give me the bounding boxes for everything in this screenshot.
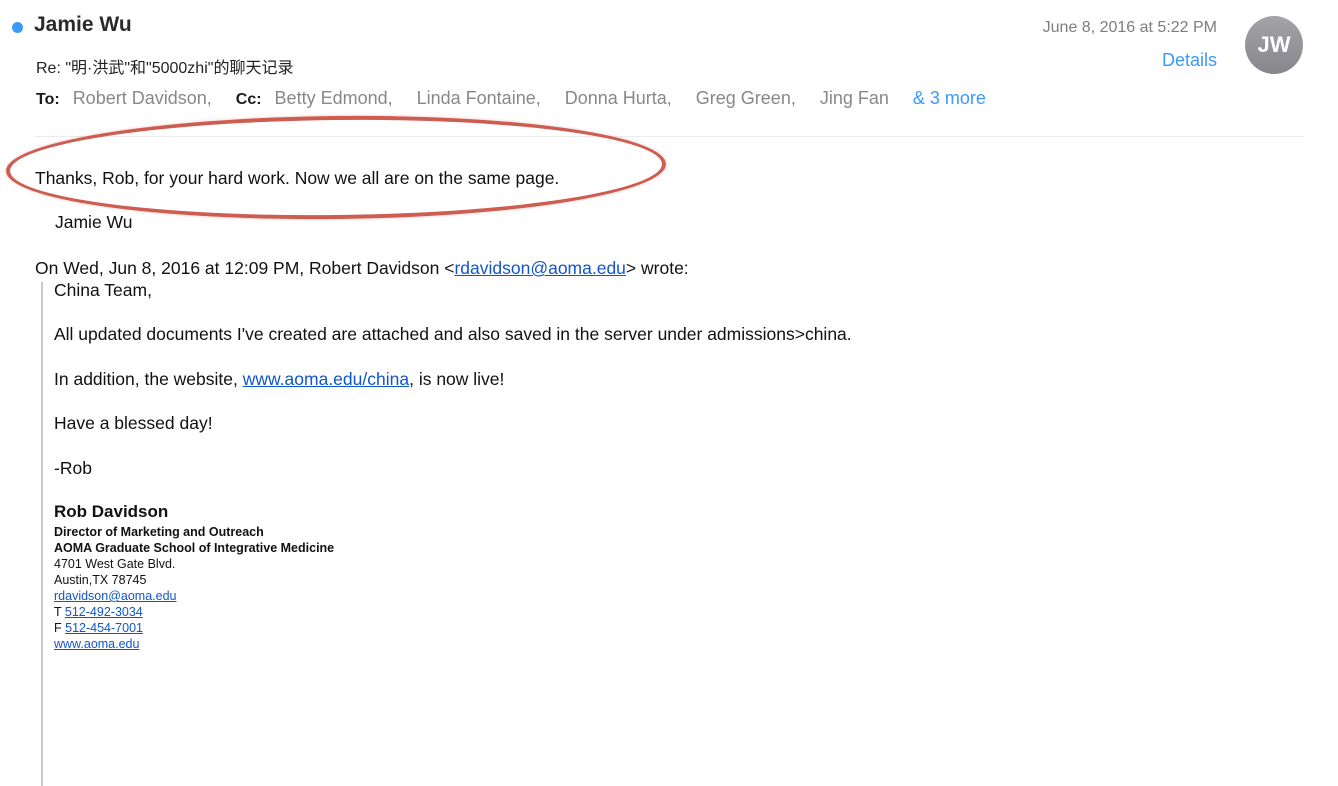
- signature-address: 4701 West Gate Blvd.: [54, 557, 176, 571]
- signature-website-link[interactable]: www.aoma.edu: [54, 637, 139, 651]
- fax-link[interactable]: 512-454-7001: [65, 621, 143, 635]
- cc-label: Cc:: [235, 91, 262, 108]
- signature-fax: F 512-454-7001: [54, 621, 143, 635]
- cc-recipient[interactable]: Greg Green,: [696, 88, 796, 109]
- reply-signoff: Jamie Wu: [55, 212, 133, 232]
- highlight-annotation-oval: [5, 112, 667, 223]
- signature-org: AOMA Graduate School of Integrative Medi…: [54, 541, 335, 555]
- message-date: June 8, 2016 at 5:22 PM: [1042, 19, 1217, 36]
- details-link[interactable]: Details: [1162, 50, 1217, 71]
- recipients-row: To: Robert Davidson, Cc: Betty Edmond, L…: [36, 88, 986, 109]
- sender-avatar: JW: [1245, 16, 1303, 74]
- cc-recipient[interactable]: Donna Hurta,: [565, 88, 672, 109]
- quoted-paragraph: In addition, the website, www.aoma.edu/c…: [54, 369, 505, 389]
- to-recipient[interactable]: Robert Davidson,: [73, 88, 212, 109]
- quote-bar: [41, 282, 43, 786]
- signature-name: Rob Davidson: [54, 502, 169, 521]
- sender-name: Jamie Wu: [34, 13, 132, 36]
- subject-line: Re: "明·洪武"和"5000zhi"的聊天记录: [36, 60, 294, 77]
- to-label: To:: [36, 91, 60, 108]
- quoted-paragraph: -Rob: [54, 458, 92, 478]
- cc-recipient[interactable]: Betty Edmond,: [275, 88, 393, 109]
- cc-recipient[interactable]: Linda Fontaine,: [417, 88, 541, 109]
- quoted-greeting: China Team,: [54, 280, 152, 300]
- quoted-paragraph: All updated documents I've created are a…: [54, 324, 852, 344]
- phone-link[interactable]: 512-492-3034: [65, 605, 143, 619]
- quote-attribution: On Wed, Jun 8, 2016 at 12:09 PM, Robert …: [35, 258, 689, 278]
- cc-recipient[interactable]: Jing Fan: [820, 88, 889, 109]
- more-recipients-link[interactable]: & 3 more: [913, 88, 986, 109]
- website-link[interactable]: www.aoma.edu/china: [243, 369, 409, 389]
- quoted-paragraph: Have a blessed day!: [54, 413, 213, 433]
- attribution-email-link[interactable]: rdavidson@aoma.edu: [454, 258, 625, 278]
- unread-indicator-dot: [12, 22, 23, 33]
- signature-phone: T 512-492-3034: [54, 605, 143, 619]
- signature-email-link[interactable]: rdavidson@aoma.edu: [54, 589, 177, 603]
- signature-title: Director of Marketing and Outreach: [54, 525, 264, 539]
- signature-city: Austin,TX 78745: [54, 573, 147, 587]
